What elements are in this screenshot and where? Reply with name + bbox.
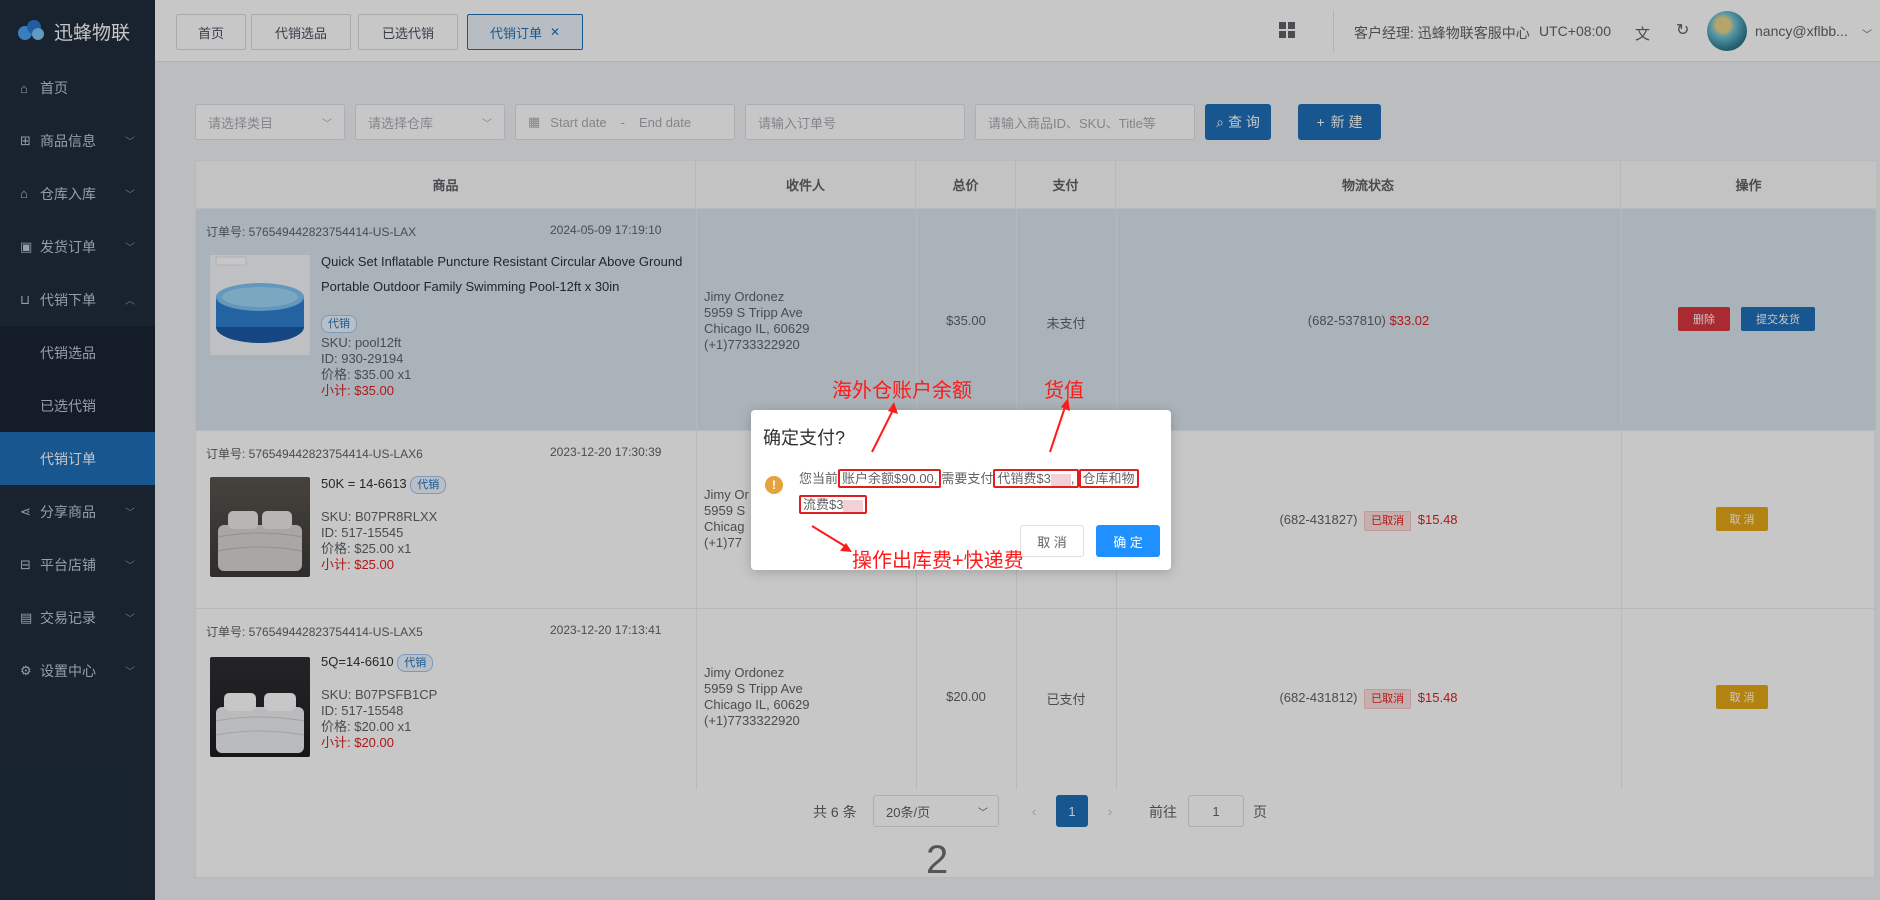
annotation-goods-value: 货值 [1044, 380, 1084, 402]
annotation-balance: 海外仓账户余额 [832, 380, 972, 402]
annotation-arrows [811, 398, 1070, 552]
annotation-page-number: 2 [926, 838, 949, 882]
annotation-fees: 操作出库费+快递费 [852, 550, 1024, 572]
